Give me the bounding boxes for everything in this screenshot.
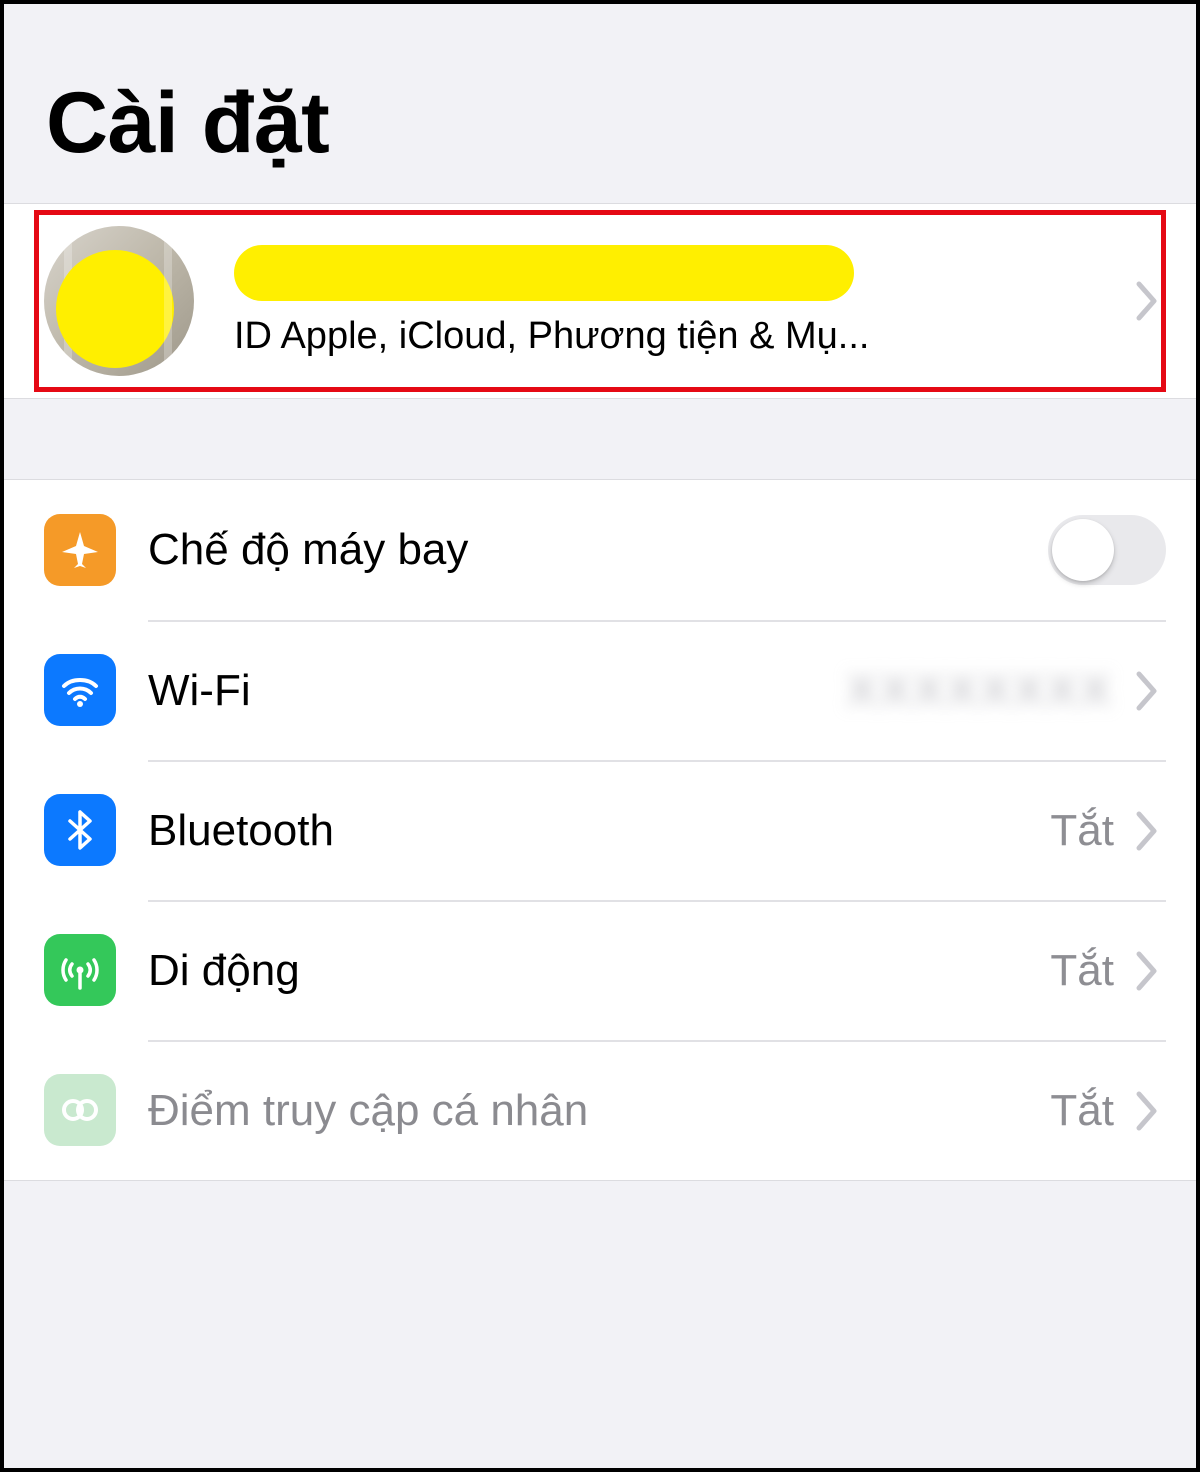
airplane-mode-label: Chế độ máy bay (148, 525, 1048, 575)
hotspot-value: Tắt (1050, 1086, 1124, 1136)
bluetooth-label: Bluetooth (148, 806, 1050, 856)
group-spacer (4, 399, 1196, 479)
profile-text: ID Apple, iCloud, Phương tiện & Mụ... (194, 245, 1124, 358)
page-title: Cài đặt (46, 74, 1154, 173)
hotspot-row[interactable]: Điểm truy cập cá nhân Tắt (4, 1040, 1196, 1180)
profile-group: ID Apple, iCloud, Phương tiện & Mụ... (4, 203, 1196, 399)
chevron-right-icon (1124, 1091, 1166, 1131)
wifi-label: Wi-Fi (148, 666, 847, 716)
chevron-right-icon (1124, 951, 1166, 991)
chevron-right-icon (1124, 671, 1166, 711)
toggle-knob (1052, 519, 1114, 581)
avatar-redaction (56, 250, 174, 368)
connectivity-group: Chế độ máy bay Wi-Fi XXXXXXXX (4, 479, 1196, 1181)
profile-name-redacted (234, 245, 854, 301)
header: Cài đặt (4, 4, 1196, 203)
airplane-mode-toggle[interactable] (1048, 515, 1166, 585)
apple-id-row[interactable]: ID Apple, iCloud, Phương tiện & Mụ... (4, 204, 1196, 398)
profile-subtitle: ID Apple, iCloud, Phương tiện & Mụ... (234, 315, 1054, 358)
airplane-icon (44, 514, 116, 586)
bluetooth-icon (44, 794, 116, 866)
cellular-row[interactable]: Di động Tắt (4, 900, 1196, 1040)
cellular-icon (44, 934, 116, 1006)
avatar (44, 226, 194, 376)
settings-screen: Cài đặt ID Apple, iCloud, Phương tiện & … (0, 0, 1200, 1472)
wifi-row[interactable]: Wi-Fi XXXXXXXX (4, 620, 1196, 760)
chevron-right-icon (1124, 281, 1166, 321)
cellular-label: Di động (148, 946, 1050, 996)
wifi-icon (44, 654, 116, 726)
airplane-mode-row[interactable]: Chế độ máy bay (4, 480, 1196, 620)
cellular-value: Tắt (1050, 946, 1124, 996)
bluetooth-row[interactable]: Bluetooth Tắt (4, 760, 1196, 900)
bluetooth-value: Tắt (1050, 806, 1124, 856)
hotspot-icon (44, 1074, 116, 1146)
wifi-value-redacted: XXXXXXXX (847, 666, 1124, 716)
hotspot-label: Điểm truy cập cá nhân (148, 1086, 1050, 1136)
chevron-right-icon (1124, 811, 1166, 851)
